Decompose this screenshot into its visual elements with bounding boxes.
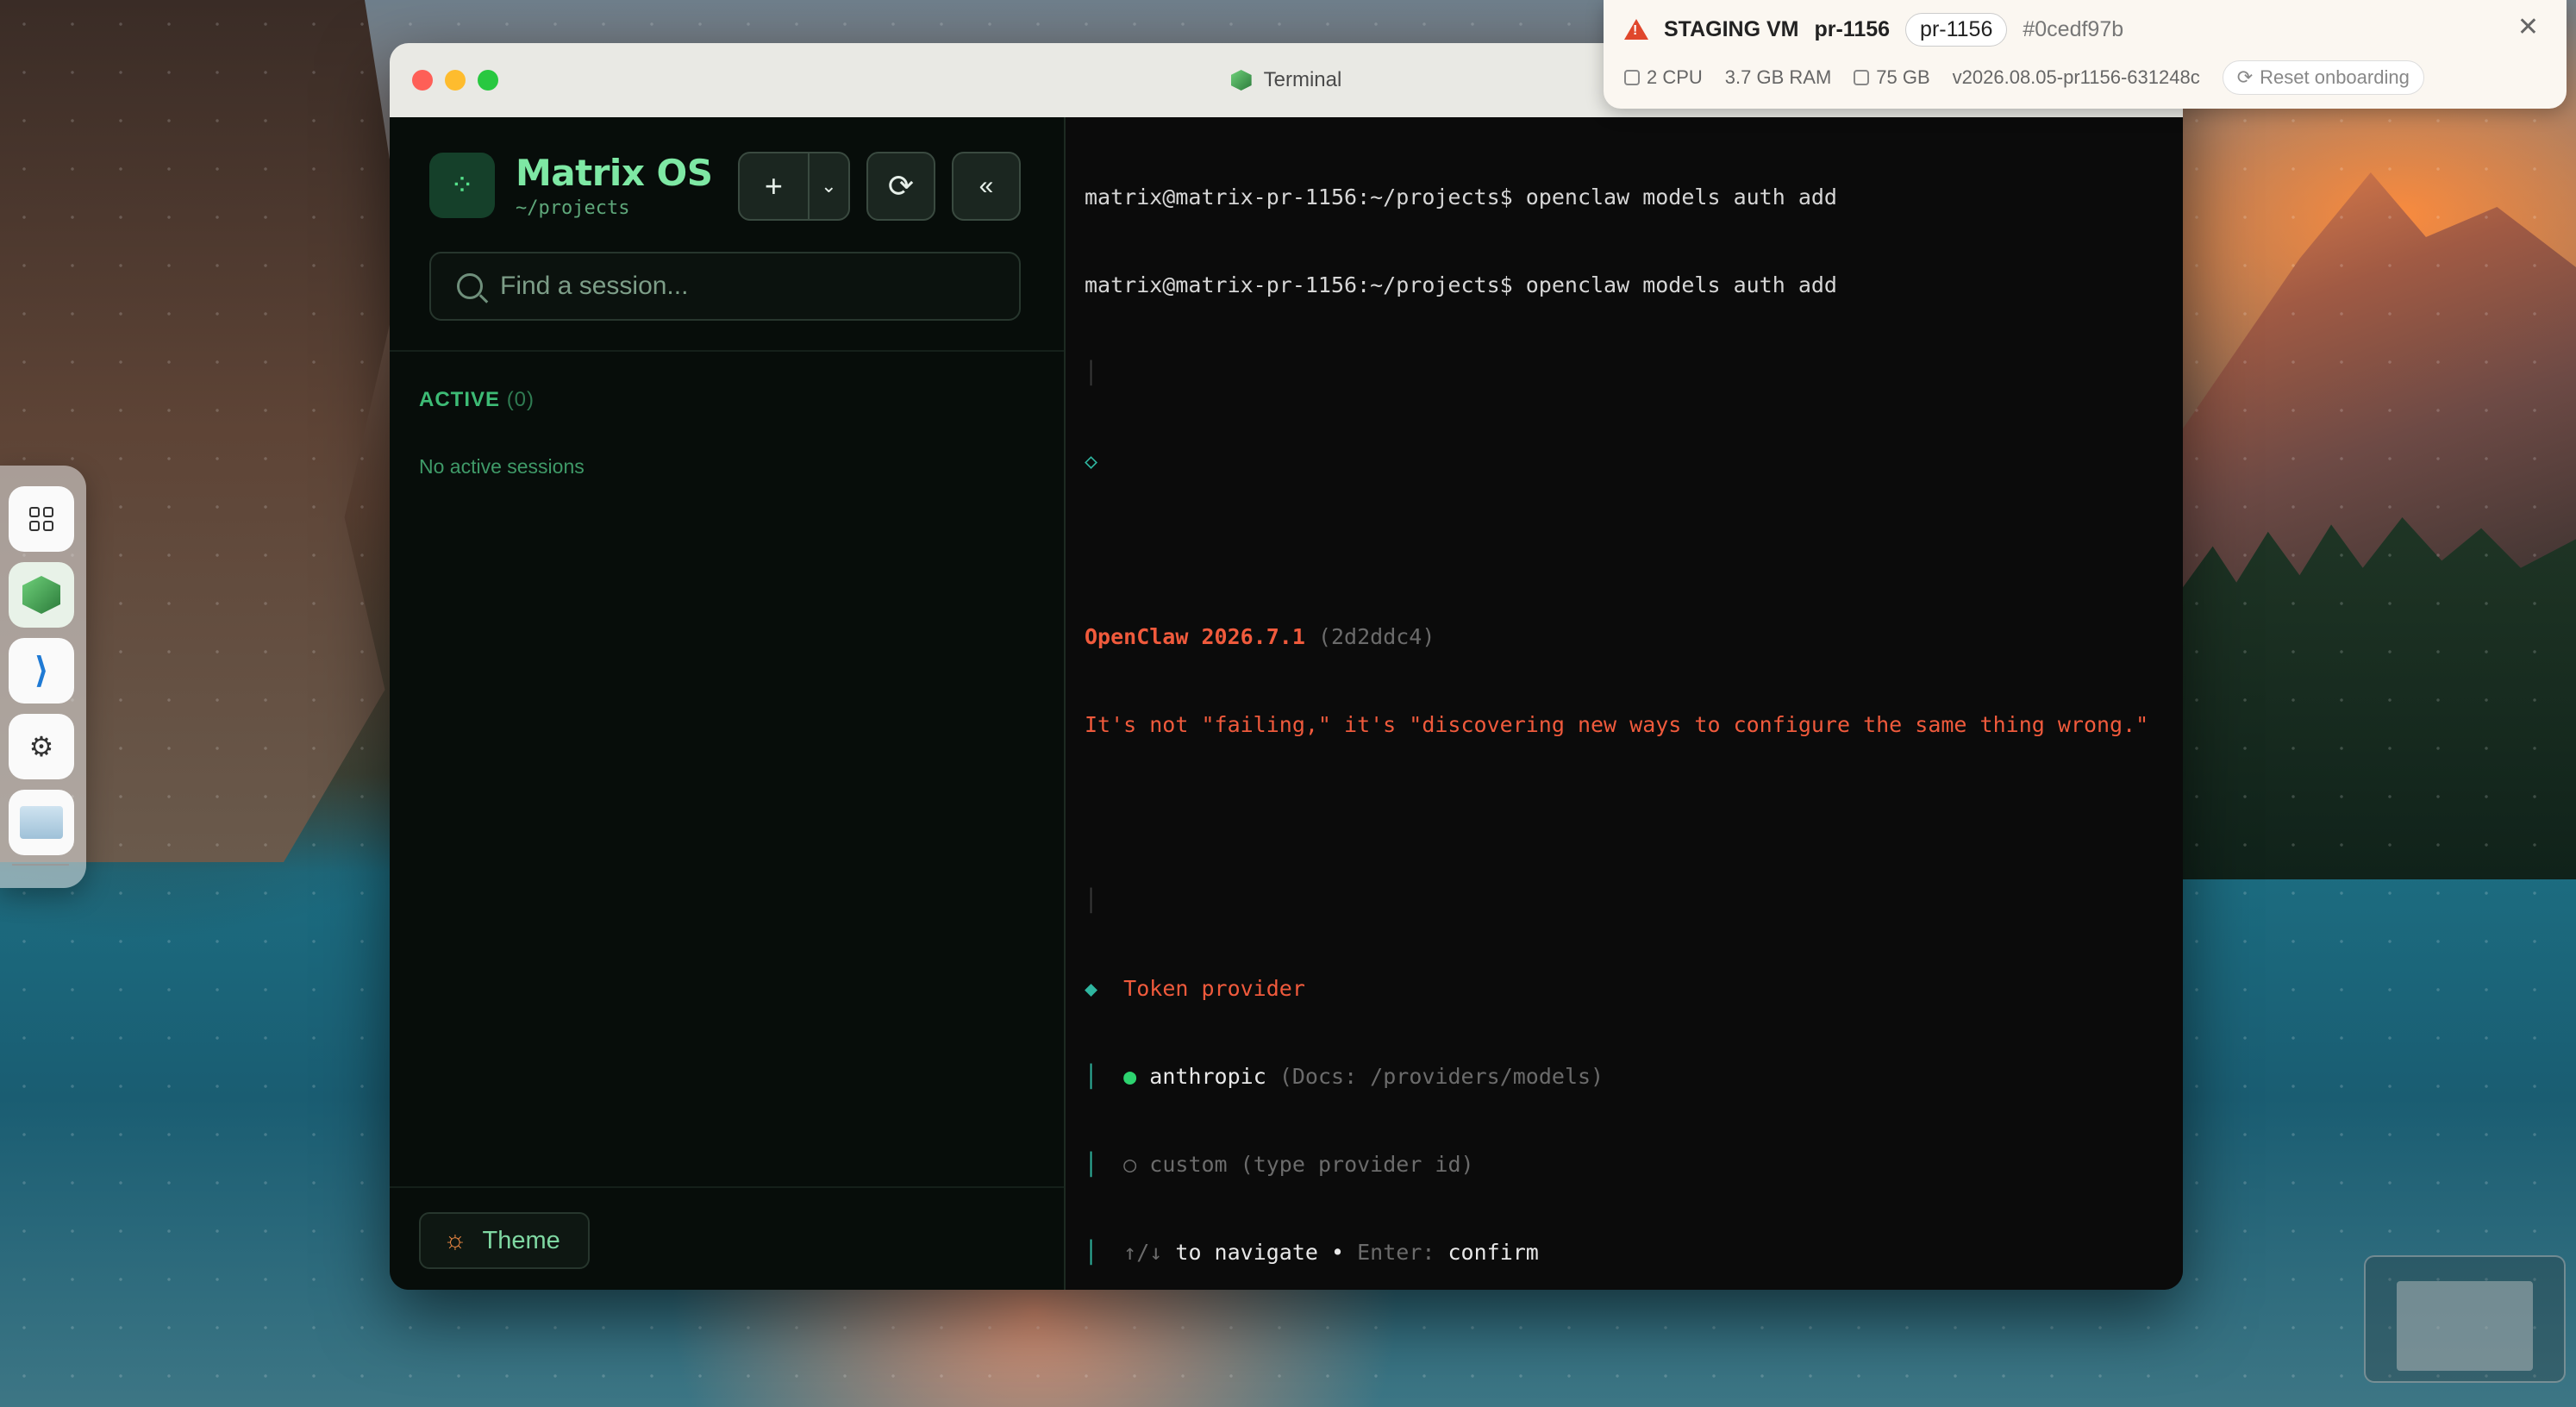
chevron-down-icon[interactable]: ⌄: [807, 153, 848, 219]
terminal-line: matrix@matrix-pr-1156:~/projects$ opencl…: [1085, 184, 1837, 209]
ram-spec: 3.7 GB RAM: [1724, 66, 1832, 88]
dock-app-grid[interactable]: [9, 486, 74, 552]
workspace-minimap[interactable]: [2364, 1255, 2566, 1383]
brand-path: ~/projects: [516, 197, 630, 219]
theme-button-label: Theme: [482, 1226, 560, 1254]
option-anthropic-hint: (Docs: /providers/models): [1279, 1064, 1604, 1089]
refresh-icon: ⟳: [2236, 66, 2254, 88]
wallpaper-mountain: [2181, 172, 2576, 603]
prompt-option-custom[interactable]: │ ○ custom (type provider id): [1085, 1150, 2183, 1179]
cube-icon: [22, 576, 60, 614]
minimap-viewport[interactable]: [2397, 1281, 2533, 1371]
radio-selected-icon: ●: [1123, 1064, 1137, 1089]
matrix-logo-icon: ⁘: [429, 153, 495, 218]
nav-text: to navigate •: [1175, 1240, 1345, 1265]
disk-icon: [1854, 70, 1870, 85]
search-input[interactable]: [500, 272, 983, 301]
reset-onboarding-label: Reset onboarding: [2260, 66, 2410, 88]
dock-files[interactable]: [9, 790, 74, 855]
terminal-banner-line: OpenClaw 2026.7.1 (2d2ddc4): [1085, 622, 2183, 652]
staging-pr: pr-1156: [1814, 16, 1891, 41]
enter-text: confirm: [1447, 1240, 1539, 1265]
collapse-sidebar-button[interactable]: «: [952, 152, 1021, 221]
terminal-gutter-line: │: [1085, 888, 1098, 913]
disk-spec: 75 GB: [1854, 66, 1930, 89]
new-session-button[interactable]: + ⌄: [738, 152, 850, 221]
reset-onboarding-button[interactable]: ⟳ Reset onboarding: [2222, 60, 2424, 95]
chevrons-left-icon: «: [979, 172, 994, 200]
window-content: ⁘ Matrix OS ~/projects + ⌄ ⟳ « Find a se…: [390, 117, 2183, 1290]
dock-terminal[interactable]: [9, 562, 74, 628]
session-search[interactable]: [429, 252, 1021, 321]
staging-vm-banner: STAGING VM pr-1156 pr-1156 #0cedf97b ✕ 2…: [1604, 0, 2567, 109]
session-sidebar: ⁘ Matrix OS ~/projects + ⌄ ⟳ « Find a se…: [390, 117, 1066, 1290]
sidebar-divider: [390, 350, 1064, 352]
cpu-spec: 2 CPU: [1624, 66, 1703, 89]
refresh-icon: ⟳: [887, 168, 915, 203]
option-custom-label: custom (type provider id): [1149, 1152, 1474, 1177]
terminal-output[interactable]: matrix@matrix-pr-1156:~/projects$ opencl…: [1066, 117, 2183, 1290]
openclaw-hash: (2d2ddc4): [1317, 624, 1435, 649]
terminal-line: matrix@matrix-pr-1156:~/projects$ opencl…: [1085, 272, 1837, 297]
empty-sessions-text: No active sessions: [419, 455, 585, 478]
active-section-label: ACTIVE: [419, 388, 501, 411]
grid-icon: [29, 507, 53, 531]
terminal-window: Terminal ⁘ Matrix OS ~/projects + ⌄ ⟳ «: [390, 43, 2183, 1290]
search-icon: [457, 273, 483, 299]
staging-hash: #0cedf97b: [2023, 16, 2124, 41]
dock-settings[interactable]: ⚙: [9, 714, 74, 779]
enter-key: Enter:: [1357, 1240, 1435, 1265]
radio-unselected-icon: ○: [1123, 1152, 1137, 1177]
brand-title: Matrix OS: [516, 152, 713, 194]
plus-icon[interactable]: +: [740, 168, 808, 204]
disk-text: 75 GB: [1876, 66, 1930, 88]
prompt-title-line: ◆ Token provider: [1085, 974, 2183, 1004]
cpu-text: 2 CPU: [1647, 66, 1703, 88]
cpu-icon: [1624, 70, 1640, 85]
nav-keys: ↑/↓: [1123, 1240, 1163, 1265]
active-section-header: ACTIVE (0): [419, 388, 535, 412]
gear-icon: ⚙: [28, 731, 54, 762]
diamond-outline-icon: ◇: [1085, 448, 1098, 473]
sun-icon: ☼: [443, 1226, 467, 1254]
app-dock: ⟩ ⚙: [0, 466, 86, 888]
staging-pr-pill[interactable]: pr-1156: [1905, 12, 2008, 47]
window-title-text: Terminal: [1263, 68, 1342, 91]
option-anthropic-name: anthropic: [1149, 1064, 1266, 1089]
dock-vscode[interactable]: ⟩: [9, 638, 74, 704]
staging-specs-row: 2 CPU 3.7 GB RAM 75 GB v2026.08.05-pr115…: [1624, 60, 2424, 95]
navigation-hint: │ ↑/↓ to navigate • Enter: confirm: [1085, 1240, 1539, 1265]
staging-label: STAGING VM: [1664, 16, 1799, 41]
prompt-title: Token provider: [1123, 976, 1305, 1001]
brand: ⁘ Matrix OS ~/projects: [429, 152, 713, 219]
openclaw-version: OpenClaw 2026.7.1: [1085, 624, 1305, 649]
dock-separator: [12, 864, 69, 866]
theme-button[interactable]: ☼ Theme: [419, 1212, 590, 1269]
cube-icon: [1230, 70, 1252, 91]
close-icon[interactable]: ✕: [2517, 12, 2539, 42]
version-text: v2026.08.05-pr1156-631248c: [1952, 66, 2200, 88]
openclaw-tagline: It's not "failing," it's "discovering ne…: [1085, 712, 2149, 737]
active-section-count: (0): [506, 388, 535, 411]
diamond-filled-icon: ◆: [1085, 976, 1098, 1001]
sidebar-footer-divider: [390, 1186, 1064, 1188]
warning-icon: [1624, 19, 1648, 40]
vscode-icon: ⟩: [34, 652, 48, 690]
folder-icon: [20, 806, 63, 839]
terminal-gutter-line: │: [1085, 360, 1098, 385]
staging-banner-row: STAGING VM pr-1156 pr-1156 #0cedf97b: [1624, 12, 2123, 47]
refresh-button[interactable]: ⟳: [866, 152, 935, 221]
prompt-option-anthropic[interactable]: │ ● anthropic (Docs: /providers/models): [1085, 1062, 2183, 1091]
